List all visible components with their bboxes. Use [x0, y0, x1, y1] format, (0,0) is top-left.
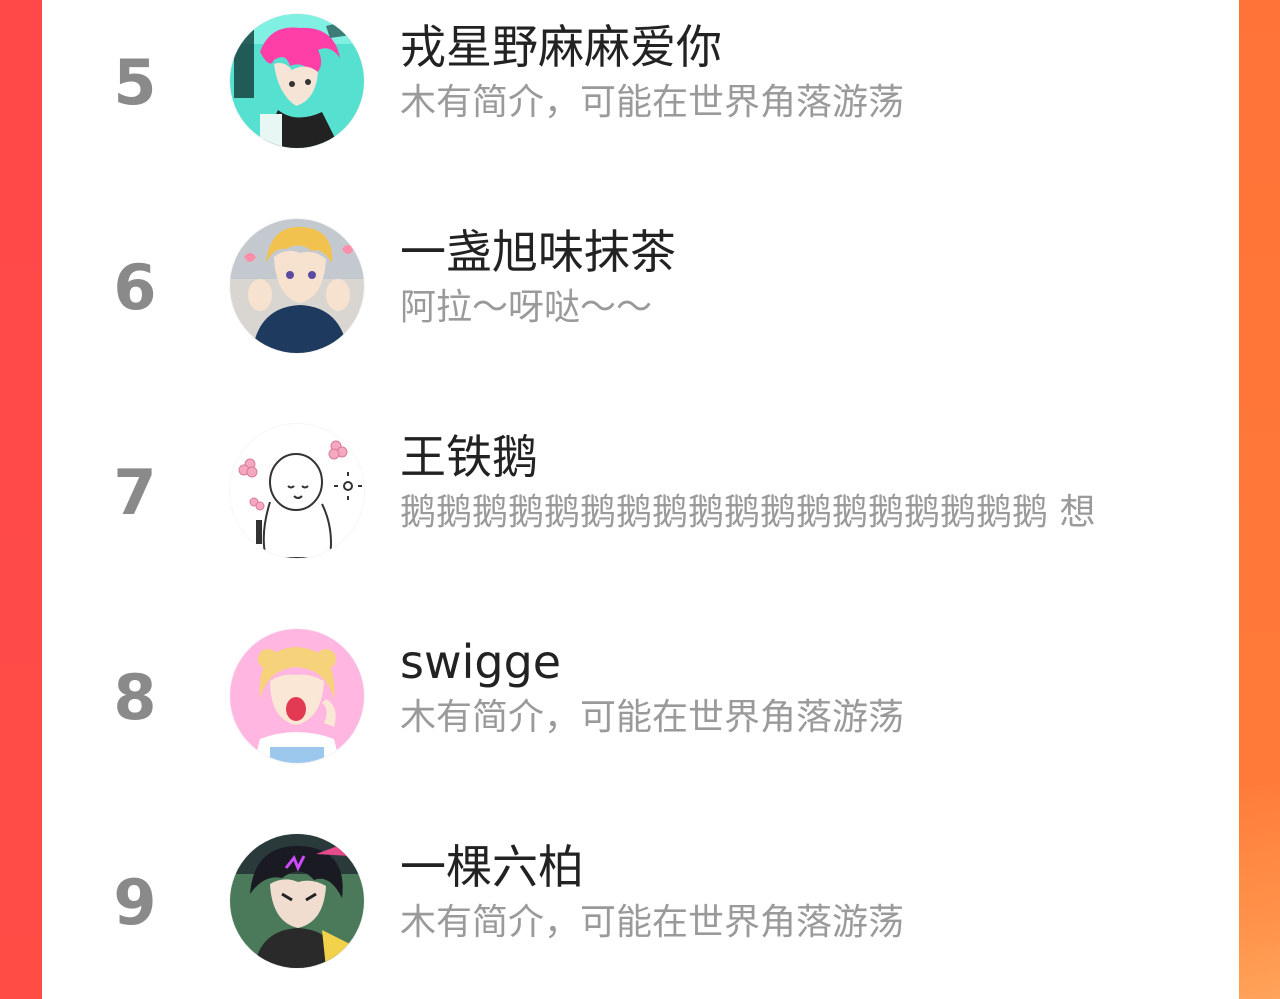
rank-number: 5	[113, 46, 157, 119]
user-avatar[interactable]	[230, 14, 364, 148]
ranking-panel: 5 戎星野麻麻爱你 木有简介，可能在世界角落游荡 6 一盏旭味抹茶 阿拉～呀哒～…	[42, 0, 1239, 999]
rank-number: 7	[113, 456, 157, 529]
user-name[interactable]: 一棵六柏	[400, 838, 584, 896]
user-name[interactable]: 一盏旭味抹茶	[400, 223, 676, 281]
sketch-doodle-avatar-icon	[230, 424, 364, 558]
rank-number: 9	[113, 866, 157, 939]
right-gradient-frame	[1239, 0, 1280, 999]
user-bio: 阿拉～呀哒～～	[400, 287, 653, 328]
user-name[interactable]: 王铁鹅	[400, 428, 538, 486]
user-avatar[interactable]	[230, 834, 364, 968]
user-avatar[interactable]	[230, 629, 364, 763]
anime-dark-hair-avatar-icon	[230, 834, 364, 968]
user-name[interactable]: swigge	[400, 633, 561, 691]
frame-glow	[1239, 785, 1280, 999]
anime-pink-hair-avatar-icon	[230, 14, 364, 148]
ranking-row[interactable]: 6 一盏旭味抹茶 阿拉～呀哒～～	[42, 205, 1239, 385]
anime-blonde-boy-avatar-icon	[230, 219, 364, 353]
ranking-row[interactable]: 7 王铁鹅 鹅鹅鹅鹅鹅鹅鹅鹅鹅鹅鹅鹅鹅鹅鹅鹅鹅鹅 想	[42, 410, 1239, 590]
sailor-moon-avatar-icon	[230, 629, 364, 763]
user-name[interactable]: 戎星野麻麻爱你	[400, 18, 722, 76]
user-avatar[interactable]	[230, 219, 364, 353]
ranking-row[interactable]: 9 一棵六柏 木有简介，可能在世界角落游荡	[42, 820, 1239, 999]
rank-number: 6	[113, 251, 157, 324]
rank-number: 8	[113, 661, 157, 734]
user-avatar[interactable]	[230, 424, 364, 558]
left-gradient-frame	[0, 0, 42, 999]
user-bio: 木有简介，可能在世界角落游荡	[400, 82, 905, 123]
user-bio: 鹅鹅鹅鹅鹅鹅鹅鹅鹅鹅鹅鹅鹅鹅鹅鹅鹅鹅 想	[400, 492, 1096, 533]
user-bio: 木有简介，可能在世界角落游荡	[400, 697, 905, 738]
ranking-row[interactable]: 8 swigge 木有简介，可能在世界角落游荡	[42, 615, 1239, 795]
user-bio: 木有简介，可能在世界角落游荡	[400, 902, 905, 943]
ranking-row[interactable]: 5 戎星野麻麻爱你 木有简介，可能在世界角落游荡	[42, 0, 1239, 180]
